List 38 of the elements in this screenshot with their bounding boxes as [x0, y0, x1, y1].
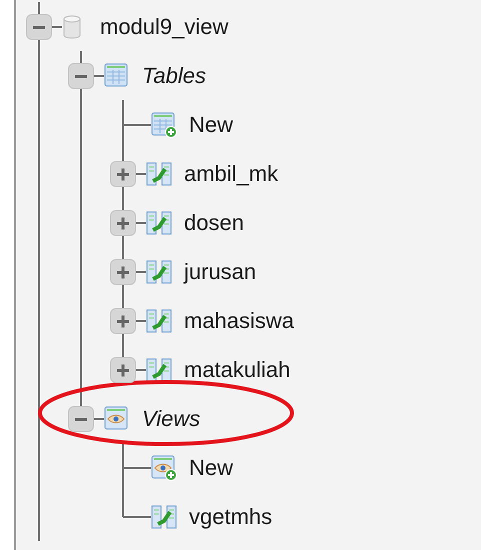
tree-item-label[interactable]: modul9_view: [100, 14, 228, 40]
plus-icon: [117, 168, 129, 180]
new-view-icon: [151, 454, 177, 480]
tree-item-label[interactable]: vgetmhs: [189, 504, 272, 530]
plus-icon: [117, 364, 129, 376]
tree-item-label[interactable]: Views: [142, 406, 200, 432]
minus-icon: [75, 74, 87, 78]
plus-icon: [117, 266, 129, 278]
table-icon: [104, 62, 130, 88]
collapse-toggle[interactable]: [68, 406, 94, 432]
table-structure-icon: [146, 356, 172, 382]
expand-toggle[interactable]: [110, 160, 136, 186]
table-structure-icon: [146, 160, 172, 186]
tree-item-label[interactable]: ambil_mk: [184, 160, 278, 186]
table-structure-icon: [146, 308, 172, 334]
collapse-toggle[interactable]: [26, 14, 52, 40]
minus-icon: [33, 26, 45, 28]
tree-item-label[interactable]: dosen: [184, 210, 244, 236]
tree-item-label[interactable]: mahasiswa: [184, 308, 294, 334]
tree-item-label[interactable]: jurusan: [184, 258, 256, 284]
collapse-toggle[interactable]: [68, 62, 94, 88]
new-table-icon: [151, 112, 177, 138]
table-structure-icon: [146, 210, 172, 236]
eye-icon: [104, 406, 130, 432]
table-structure-icon: [151, 504, 177, 530]
expand-toggle[interactable]: [110, 308, 136, 334]
plus-icon: [117, 217, 129, 229]
tree-item-label[interactable]: Tables: [142, 62, 206, 88]
expand-toggle[interactable]: [110, 258, 136, 284]
tree-item-label[interactable]: matakuliah: [184, 356, 290, 382]
expand-toggle[interactable]: [110, 356, 136, 382]
tree-item-label[interactable]: New: [189, 454, 234, 480]
minus-icon: [75, 418, 87, 420]
expand-toggle[interactable]: [110, 210, 136, 236]
tree-item-label[interactable]: New: [189, 112, 234, 138]
table-structure-icon: [146, 258, 172, 284]
database-icon: [62, 14, 82, 38]
plus-icon: [117, 315, 129, 327]
